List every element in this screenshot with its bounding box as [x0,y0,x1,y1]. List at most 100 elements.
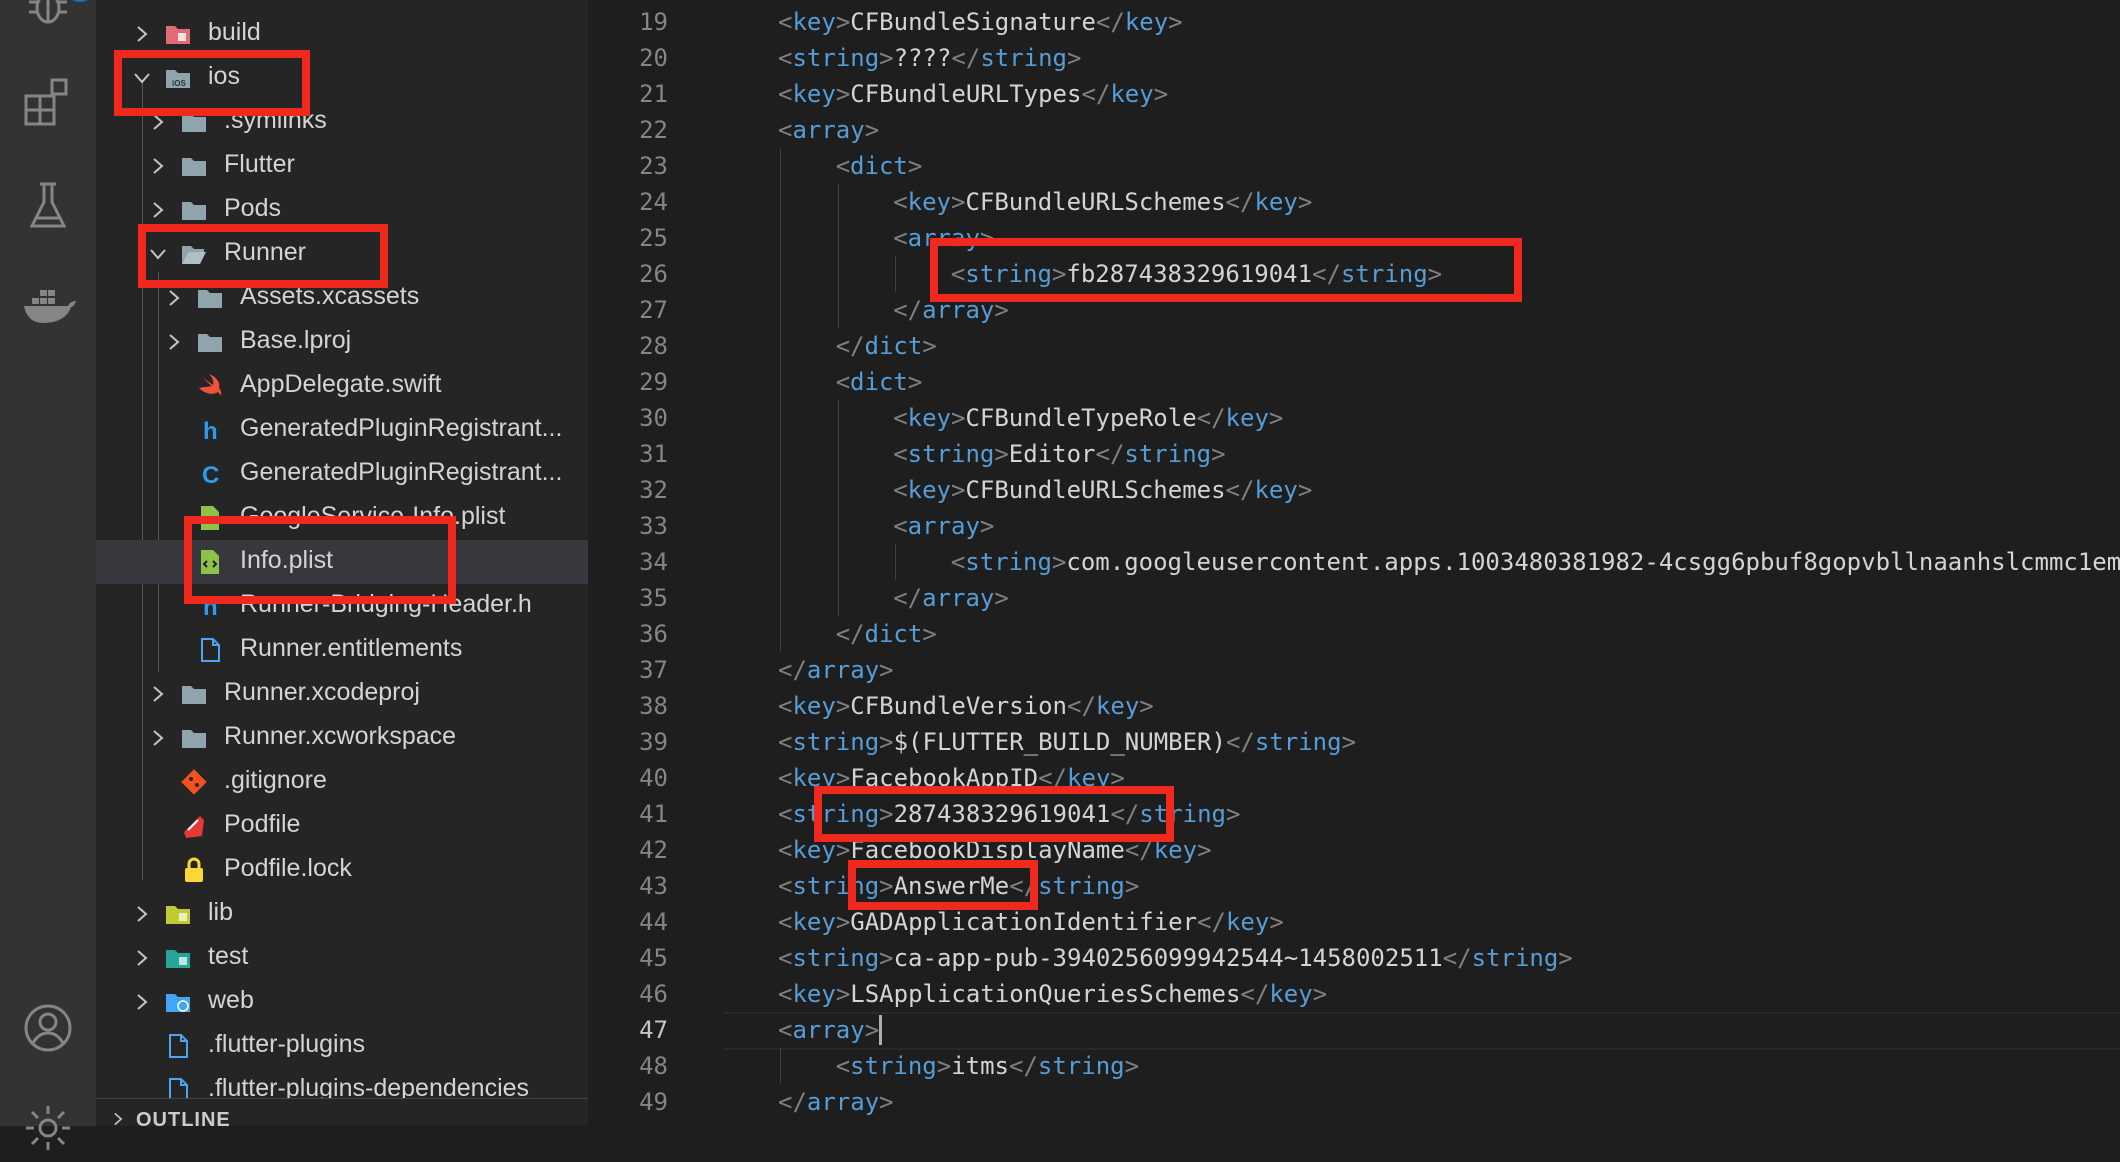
indent-guide [780,1048,781,1084]
account-icon[interactable] [18,998,78,1058]
code-line[interactable]: </dict> [836,616,937,652]
tree-item-flutter[interactable]: Flutter [96,144,588,188]
line-number: 29 [639,368,668,396]
h-file-icon: h [196,416,224,445]
indent-guide [837,580,839,616]
code-line[interactable]: <key>LSApplicationQueriesSchemes</key> [778,976,1327,1012]
tree-item-label: .gitignore [224,766,327,794]
tree-item-podfile[interactable]: Podfile [96,804,588,848]
indent-guide [837,256,839,292]
line-number: 48 [639,1052,668,1080]
line-number: 41 [639,800,668,828]
c-file-icon: C [196,460,224,489]
code-line[interactable]: <key>CFBundleURLSchemes</key> [893,184,1312,220]
indent-guide [837,292,839,328]
line-number: 44 [639,908,668,936]
code-line[interactable]: <string>itms</string> [836,1048,1139,1084]
code-line[interactable]: <dict> [836,364,923,400]
indent-guide [837,400,839,436]
folder-icon [180,196,208,224]
tree-item-test[interactable]: test [96,936,588,980]
code-line[interactable]: <key>CFBundleTypeRole</key> [893,400,1283,436]
tree-item-xcodeproj[interactable]: Runner.xcodeproj [96,672,588,716]
folder-icon [196,284,224,312]
indent-guide [780,580,781,616]
extensions-icon[interactable] [18,72,78,132]
indent-guide [780,508,781,544]
code-line[interactable]: </dict> [836,328,937,364]
indent-guide [780,292,781,328]
tree-item-podfile-lock[interactable]: Podfile.lock [96,848,588,892]
indent-guide [895,256,897,292]
line-number: 35 [639,584,668,612]
tree-item-appdelegate[interactable]: AppDelegate.swift [96,364,588,408]
indent-guide [780,256,781,292]
code-line[interactable]: <string>$(FLUTTER_BUILD_NUMBER)</string> [778,724,1356,760]
code-line[interactable]: </array> [893,580,1009,616]
docker-icon[interactable] [18,276,78,336]
testing-icon[interactable] [18,176,78,236]
git-icon [180,768,208,796]
code-line[interactable]: <string>com.googleusercontent.apps.10034… [951,544,2120,580]
tree-item-base-lproj[interactable]: Base.lproj [96,320,588,364]
line-number: 40 [639,764,668,792]
code-line[interactable]: <key>CFBundleSignature</key> [778,4,1183,40]
line-number: 20 [639,44,668,72]
highlight-box-display-name [848,860,1038,910]
file-icon [196,636,224,664]
indent-guide [837,508,839,544]
line-number: 43 [639,872,668,900]
code-line[interactable]: <key>CFBundleURLSchemes</key> [893,472,1312,508]
code-line[interactable]: <string>????</string> [778,40,1081,76]
tree-item-entitlements[interactable]: Runner.entitlements [96,628,588,672]
code-line[interactable]: <array> [778,112,879,148]
tree-item-label: Runner.xcodeproj [224,678,420,706]
debug-icon[interactable]: 1 [18,0,96,38]
folder-icon [196,328,224,356]
code-line[interactable]: <array> [893,508,994,544]
indent-guide [780,184,781,220]
tree-item-label: lib [208,898,234,926]
code-line[interactable]: <string>Editor</string> [893,436,1225,472]
line-number: 28 [639,332,668,360]
indent-guide [837,544,839,580]
code-line[interactable]: </array> [778,1084,894,1120]
chevron-right-icon [148,200,168,220]
code-line[interactable]: <key>CFBundleURLTypes</key> [778,76,1168,112]
code-line[interactable]: <array> [778,1012,879,1048]
tree-item-label: build [208,18,261,46]
outline-section-header[interactable]: OUTLINE [96,1098,588,1126]
tree-item-generated-c[interactable]: C GeneratedPluginRegistrant... [96,452,588,496]
tree-item-xcworkspace[interactable]: Runner.xcworkspace [96,716,588,760]
tree-item-label: web [208,986,254,1014]
tree-item-generated-h[interactable]: h GeneratedPluginRegistrant... [96,408,588,452]
chevron-right-icon [148,728,168,748]
line-number: 24 [639,188,668,216]
line-number: 25 [639,224,668,252]
code-editor[interactable]: 19 20 21 22 23 24 25 26 27 28 29 30 31 32 33 34 35 36 37 38… [588,0,2120,1126]
chevron-right-icon [132,992,152,1012]
folder-lib-icon [164,900,192,928]
code-line[interactable]: <dict> [836,148,923,184]
file-icon [164,1032,192,1060]
code-line[interactable]: <key>CFBundleVersion</key> [778,688,1154,724]
line-number: 22 [639,116,668,144]
highlight-box-facebook-app-id [814,786,1174,842]
tree-item-flutter-plugins[interactable]: .flutter-plugins [96,1024,588,1068]
line-number: 47 [639,1016,668,1044]
line-number: 42 [639,836,668,864]
indent-guide [837,184,839,220]
tree-item-label: Pods [224,194,281,222]
settings-gear-icon[interactable] [18,1098,78,1158]
code-line[interactable]: <string>ca-app-pub-3940256099942544~1458… [778,940,1573,976]
tree-item-gitignore[interactable]: .gitignore [96,760,588,804]
outline-title: OUTLINE [136,1109,231,1126]
ruby-icon [180,812,208,840]
tree-item-label: Base.lproj [240,326,352,354]
tree-item-web[interactable]: web [96,980,588,1024]
indent-guide [837,472,839,508]
line-number: 39 [639,728,668,756]
tree-item-lib[interactable]: lib [96,892,588,936]
code-line[interactable]: </array> [778,652,894,688]
folder-icon [180,152,208,180]
